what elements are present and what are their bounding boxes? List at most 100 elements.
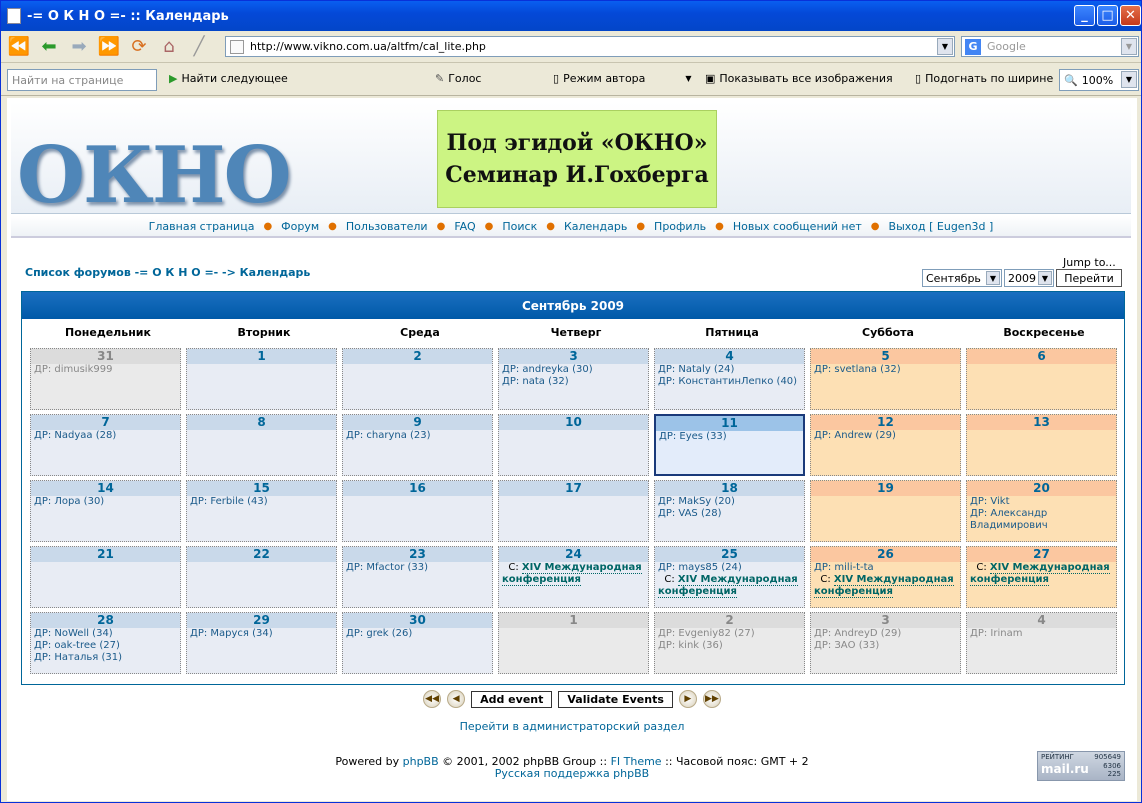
birthday-entry[interactable]: ДР: Mfactor (33) [343, 562, 492, 574]
calendar-day[interactable]: 11 ДР: Eyes (33) [654, 414, 805, 476]
support-link[interactable]: Русская поддержка phpBB [495, 767, 649, 780]
show-images-button[interactable]: ▣ Показывать все изображения [705, 72, 893, 85]
conference-link[interactable]: XIV Международная конференция [970, 562, 1110, 586]
calendar-day[interactable]: 3 ДР: andreyka (30) ДР: nata (32) [498, 348, 649, 410]
add-event-button[interactable]: Add event [471, 690, 553, 708]
day-number[interactable]: 4 [655, 349, 804, 364]
day-number[interactable]: 6 [967, 349, 1116, 364]
chevron-down-icon[interactable]: ▼ [1121, 38, 1137, 55]
reload-button[interactable]: ⟳ [127, 36, 151, 58]
fit-width-button[interactable]: ▯ Подогнать по ширине [915, 72, 1053, 85]
maximize-button[interactable]: □ [1097, 5, 1118, 26]
calendar-day[interactable]: 27 С: XIV Международная конференция [966, 546, 1117, 608]
event-entry[interactable]: С: XIV Международная конференция [967, 562, 1116, 586]
event-entry[interactable]: С: XIV Международная конференция [811, 574, 960, 598]
calendar-day[interactable]: 1 [498, 612, 649, 674]
chevron-down-icon[interactable]: ▼ [1121, 71, 1137, 88]
day-number[interactable]: 14 [31, 481, 180, 496]
birthday-entry[interactable]: ДР: VAS (28) [655, 508, 804, 520]
birthday-entry[interactable]: ДР: andreyka (30) [499, 364, 648, 376]
day-number[interactable]: 31 [31, 349, 180, 364]
go-button[interactable]: Перейти [1056, 269, 1122, 287]
birthday-entry[interactable]: ДР: charyna (23) [343, 430, 492, 442]
day-number[interactable]: 7 [31, 415, 180, 430]
day-number[interactable]: 29 [187, 613, 336, 628]
calendar-day[interactable]: 3 ДР: AndreyD (29) ДР: ЗАО (33) [810, 612, 961, 674]
menu-item-calendar[interactable]: Календарь [564, 220, 627, 233]
birthday-entry[interactable]: ДР: nata (32) [499, 376, 648, 388]
day-number[interactable]: 20 [967, 481, 1116, 496]
calendar-day[interactable]: 15 ДР: Ferbile (43) [186, 480, 337, 542]
next-year-icon[interactable]: ▶▶ [702, 690, 721, 708]
calendar-day[interactable]: 31 ДР: dimusik999 [30, 348, 181, 410]
zoom-select[interactable]: 🔍 100% ▼ [1059, 69, 1139, 91]
find-next-button[interactable]: ▶ Найти следующее [169, 72, 288, 85]
calendar-day[interactable]: 18 ДР: MakSy (20) ДР: VAS (28) [654, 480, 805, 542]
day-number[interactable]: 30 [343, 613, 492, 628]
next-month-icon[interactable]: ▶ [678, 690, 697, 708]
day-number[interactable]: 26 [811, 547, 960, 562]
birthday-entry[interactable]: ДР: Evgeniy82 (27) [655, 628, 804, 640]
day-number[interactable]: 11 [656, 416, 803, 431]
close-button[interactable]: ✕ [1120, 5, 1141, 26]
calendar-day[interactable]: 24 С: XIV Международная конференция [498, 546, 649, 608]
admin-link[interactable]: Перейти в администраторский раздел [7, 720, 1137, 733]
calendar-day[interactable]: 29 ДР: Маруся (34) [186, 612, 337, 674]
calendar-day[interactable]: 25 ДР: mays85 (24) С: XIV Международная к… [654, 546, 805, 608]
day-number[interactable]: 8 [187, 415, 336, 430]
day-number[interactable]: 1 [187, 349, 336, 364]
site-logo[interactable]: ОКНО [17, 130, 292, 221]
birthday-entry[interactable]: ДР: dimusik999 [31, 364, 180, 376]
calendar-day[interactable]: 8 [186, 414, 337, 476]
calendar-day[interactable]: 16 [342, 480, 493, 542]
day-number[interactable]: 15 [187, 481, 336, 496]
menu-item-logout[interactable]: Выход [ Eugen3d ] [889, 220, 994, 233]
day-number[interactable]: 27 [967, 547, 1116, 562]
menu-item-profile[interactable]: Профиль [654, 220, 706, 233]
address-bar[interactable]: http://www.vikno.com.ua/altfm/cal_lite.p… [225, 36, 955, 57]
day-number[interactable]: 18 [655, 481, 804, 496]
prev-month-icon[interactable]: ◀ [447, 690, 466, 708]
calendar-day[interactable]: 2 [342, 348, 493, 410]
validate-events-button[interactable]: Validate Events [558, 690, 673, 708]
conference-link[interactable]: XIV Международная конференция [502, 562, 642, 586]
voice-button[interactable]: ✎ Голос [435, 72, 481, 85]
menu-item-new-posts[interactable]: Новых сообщений нет [733, 220, 862, 233]
day-number[interactable]: 4 [967, 613, 1116, 628]
birthday-entry[interactable]: ДР: Ferbile (43) [187, 496, 336, 508]
day-number[interactable]: 28 [31, 613, 180, 628]
conference-link[interactable]: XIV Международная конференция [814, 574, 954, 598]
breadcrumb[interactable]: Список форумов -= О К Н О =- -> Календар… [25, 266, 310, 279]
birthday-entry[interactable]: ДР: mili-t-ta [811, 562, 960, 574]
birthday-entry[interactable]: ДР: kink (36) [655, 640, 804, 652]
day-number[interactable]: 2 [655, 613, 804, 628]
day-number[interactable]: 22 [187, 547, 336, 562]
birthday-entry[interactable]: ДР: Nataly (24) [655, 364, 804, 376]
calendar-day[interactable]: 10 [498, 414, 649, 476]
menu-item-faq[interactable]: FAQ [454, 220, 475, 233]
menu-item-users[interactable]: Пользователи [346, 220, 428, 233]
home-button[interactable]: ⌂ [157, 36, 181, 58]
day-number[interactable]: 17 [499, 481, 648, 496]
day-number[interactable]: 21 [31, 547, 180, 562]
calendar-day[interactable]: 30 ДР: grek (26) [342, 612, 493, 674]
day-number[interactable]: 13 [967, 415, 1116, 430]
find-input[interactable]: Найти на странице [7, 69, 157, 91]
birthday-entry[interactable]: ДР: Лора (30) [31, 496, 180, 508]
chevron-down-icon[interactable]: ▼ [685, 74, 691, 83]
calendar-day[interactable]: 17 [498, 480, 649, 542]
day-number[interactable]: 25 [655, 547, 804, 562]
calendar-day[interactable]: 7 ДР: Nadyaa (28) [30, 414, 181, 476]
calendar-day[interactable]: 19 [810, 480, 961, 542]
calendar-day[interactable]: 5 ДР: svetlana (32) [810, 348, 961, 410]
calendar-day[interactable]: 6 [966, 348, 1117, 410]
calendar-day[interactable]: 22 [186, 546, 337, 608]
calendar-day[interactable]: 21 [30, 546, 181, 608]
calendar-day[interactable]: 4 ДР: Nataly (24) ДР: КонстантинЛепко (40) [654, 348, 805, 410]
month-select[interactable]: Сентябрь ▼ [922, 269, 1002, 287]
birthday-entry[interactable]: ДР: Nadyaa (28) [31, 430, 180, 442]
rewind-icon[interactable]: ⏪ [7, 36, 31, 58]
conference-link[interactable]: XIV Международная конференция [658, 574, 798, 598]
birthday-entry[interactable]: ДР: Александр Владимирович [967, 508, 1116, 532]
day-number[interactable]: 19 [811, 481, 960, 496]
